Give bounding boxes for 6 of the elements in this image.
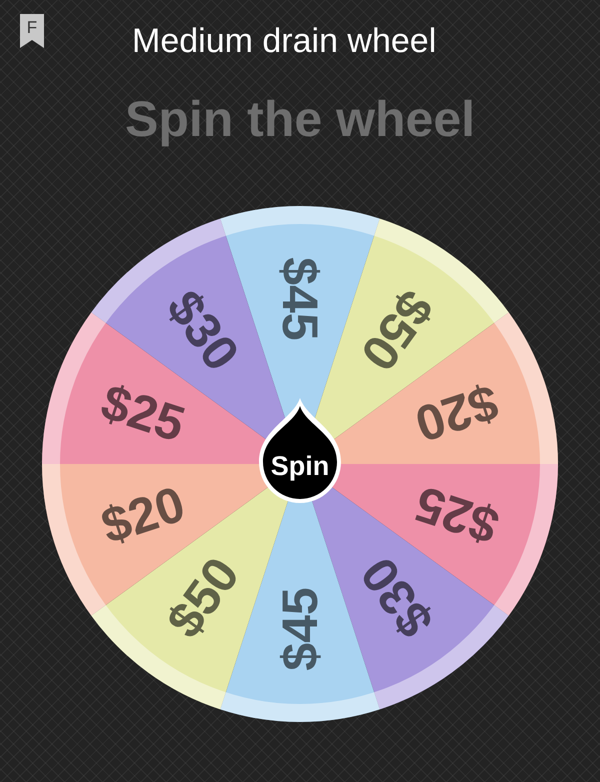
segment-label: $45 xyxy=(272,257,328,341)
segment-label: $45 xyxy=(272,587,328,671)
bookmark-icon: F xyxy=(18,12,46,50)
window-title: Medium drain wheel xyxy=(132,24,436,58)
spin-button[interactable]: Spin xyxy=(259,398,341,503)
page-heading: Spin the wheel xyxy=(124,94,476,144)
